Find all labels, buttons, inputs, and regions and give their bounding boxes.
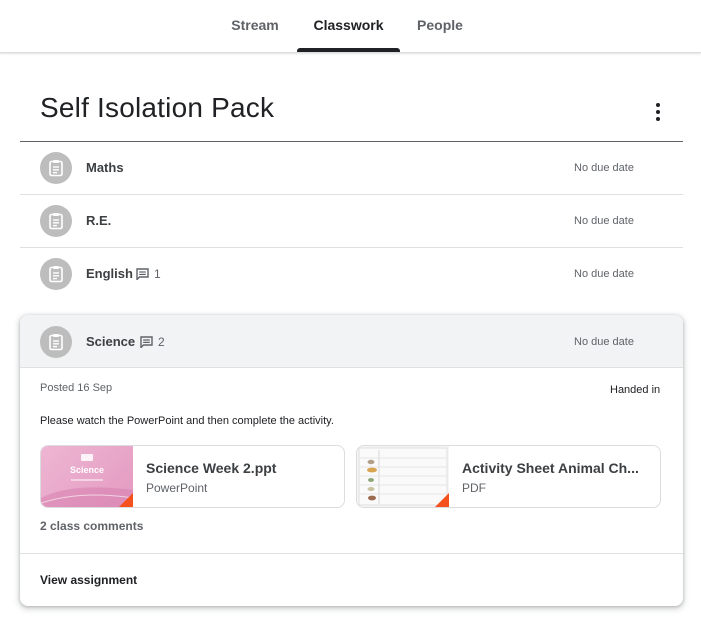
file-corner-fold <box>435 493 449 507</box>
comment-count: 2 <box>140 335 165 349</box>
view-assignment-link[interactable]: View assignment <box>40 573 137 587</box>
comment-count: 1 <box>136 267 161 281</box>
assignment-row-re[interactable]: R.E. No due date <box>20 195 683 248</box>
attachment-name: Activity Sheet Animal Ch... <box>462 460 639 476</box>
assignment-row-science[interactable]: Science 2 No due date <box>20 315 683 368</box>
assignment-icon <box>40 152 72 184</box>
comment-count-value: 2 <box>158 335 165 349</box>
due-date: No due date <box>574 268 634 280</box>
due-date: No due date <box>574 215 634 227</box>
attachment-card-ppt[interactable]: Science Science Week 2.ppt PowerPoint <box>40 445 345 508</box>
comment-icon <box>140 336 153 348</box>
tab-people[interactable]: People <box>410 0 470 52</box>
assignment-icon <box>40 258 72 290</box>
assignment-instructions: Please watch the PowerPoint and then com… <box>40 415 334 427</box>
assignment-icon <box>40 205 72 237</box>
tab-classwork[interactable]: Classwork <box>297 0 400 52</box>
expanded-assignment-card: Science 2 No due date Posted 16 Sep Hand… <box>20 315 683 606</box>
ppt-thumbnail: Science <box>41 446 133 507</box>
due-date: No due date <box>574 336 634 348</box>
top-nav: Stream Classwork People <box>0 0 701 53</box>
pdf-thumbnail <box>357 446 449 507</box>
more-vert-icon[interactable] <box>644 98 672 126</box>
comment-icon <box>136 268 149 280</box>
assignment-row-english[interactable]: English 1 No due date <box>20 248 683 300</box>
topic-title: Self Isolation Pack <box>40 92 275 123</box>
comment-count-value: 1 <box>154 267 161 281</box>
active-tab-indicator <box>297 48 400 52</box>
due-date: No due date <box>574 162 634 174</box>
attachment-name: Science Week 2.ppt <box>146 460 277 476</box>
status-badge: Handed in <box>610 384 661 396</box>
assignment-title: R.E. <box>86 213 112 228</box>
tab-stream-label: Stream <box>231 17 279 33</box>
ppt-thumbnail-title: Science <box>69 465 105 475</box>
card-divider <box>20 553 683 554</box>
file-corner-fold <box>119 493 133 507</box>
tab-classwork-label: Classwork <box>313 17 384 33</box>
assignment-title: English <box>86 266 133 281</box>
attachment-card-pdf[interactable]: Activity Sheet Animal Ch... PDF <box>356 445 661 508</box>
tab-people-label: People <box>417 17 463 33</box>
class-comments-link[interactable]: 2 class comments <box>40 519 143 533</box>
tab-stream[interactable]: Stream <box>222 0 288 52</box>
assignment-title: Maths <box>86 160 124 175</box>
assignment-title: Science <box>86 334 136 349</box>
attachment-type: PDF <box>462 481 486 495</box>
posted-date: Posted 16 Sep <box>40 382 113 394</box>
attachment-type: PowerPoint <box>146 481 208 495</box>
assignment-row-maths[interactable]: Maths No due date <box>20 142 683 195</box>
assignment-icon <box>40 326 72 358</box>
